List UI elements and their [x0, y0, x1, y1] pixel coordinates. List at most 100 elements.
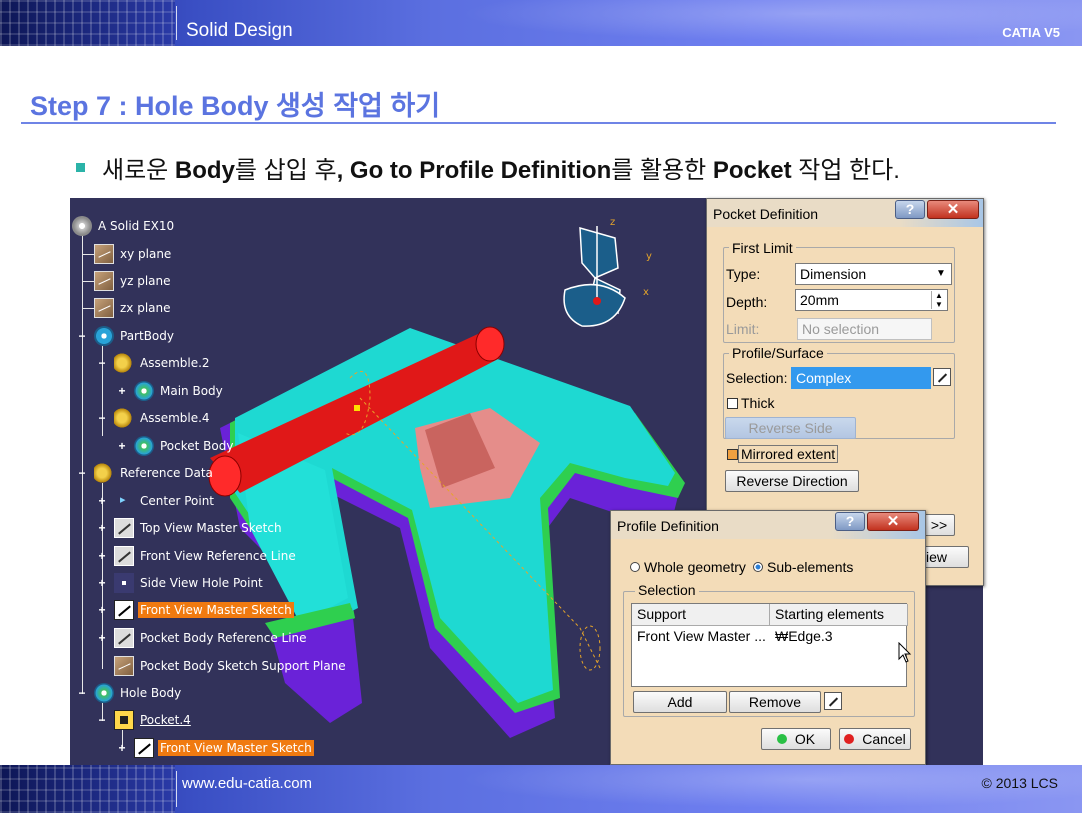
tree-item-assemble-4[interactable]: Assemble.4 [114, 407, 212, 429]
elements-table[interactable]: Support Starting elements Front View Mas… [631, 603, 908, 687]
expand-icon[interactable]: + [97, 522, 107, 534]
tree-item-pocket-body-reference-line[interactable]: Pocket Body Reference Line [114, 627, 309, 649]
body-gear-icon [134, 436, 154, 456]
expand-icon[interactable]: + [97, 577, 107, 589]
limit-field: No selection [797, 318, 932, 340]
more-button[interactable]: >> [923, 514, 955, 536]
bullet-square-icon [76, 163, 85, 173]
mouse-cursor-icon [898, 642, 912, 663]
sub-elements-radio[interactable] [753, 562, 763, 572]
header-circuit-graphic [0, 0, 175, 46]
point-icon [114, 491, 134, 511]
dialog-titlebar[interactable]: Profile Definition ? ✕ [611, 511, 925, 539]
assemble-icon [114, 353, 134, 373]
column-header-starting[interactable]: Starting elements [770, 604, 908, 626]
table-cell-support[interactable]: Front View Master ... [632, 626, 771, 646]
footer-band: www.edu-catia.com © 2013 LCS [0, 765, 1082, 813]
tree-item-front-view-master-sketch-2[interactable]: Front View Master Sketch [134, 737, 314, 759]
type-dropdown[interactable]: Dimension ▼ [795, 263, 952, 285]
tree-item-pocket-body[interactable]: Pocket Body [134, 435, 235, 457]
profile-definition-dialog[interactable]: Profile Definition ? ✕ Whole geometry Su… [610, 510, 926, 765]
collapse-icon[interactable]: − [97, 357, 107, 369]
compass-z-label: z [610, 217, 615, 228]
bullet-text: 새로운 Body를 삽입 후, Go to Profile Definition… [76, 150, 900, 185]
body-gear-icon [94, 326, 114, 346]
point-icon [114, 573, 134, 593]
header-product: CATIA V5 [1002, 25, 1060, 40]
title-divider [21, 122, 1056, 124]
tree-item-yz-plane[interactable]: yz plane [94, 270, 173, 292]
dialog-titlebar[interactable]: Pocket Definition ? ✕ [707, 199, 983, 227]
tree-item-pocket-body-sketch-support-plane[interactable]: Pocket Body Sketch Support Plane [114, 655, 348, 677]
add-button[interactable]: Add [633, 691, 727, 713]
collapse-icon[interactable]: − [77, 330, 87, 342]
body-gear-icon [94, 683, 114, 703]
expand-icon[interactable]: + [97, 632, 107, 644]
line-icon [114, 628, 134, 648]
page-title: Step 7 : Hole Body 생성 작업 하기 [30, 91, 441, 121]
collapse-icon[interactable]: − [77, 687, 87, 699]
compass-y-label: y [646, 251, 652, 262]
thick-checkbox[interactable] [727, 398, 738, 409]
collapse-icon[interactable]: − [97, 412, 107, 424]
depth-input[interactable]: 20mm ▲ ▼ [795, 289, 948, 311]
sketch-edit-icon[interactable] [824, 692, 842, 710]
tree-item-root[interactable]: A Solid EX10 [72, 215, 176, 237]
collapse-icon[interactable]: − [97, 714, 107, 726]
close-button[interactable]: ✕ [867, 512, 919, 531]
tree-item-top-view-master-sketch[interactable]: Top View Master Sketch [114, 517, 284, 539]
spinner-icon[interactable]: ▲ ▼ [931, 291, 946, 309]
table-cell-starting[interactable]: ₩Edge.3 [770, 626, 838, 646]
header-title: Solid Design [186, 20, 293, 41]
column-header-support[interactable]: Support [632, 604, 770, 626]
tree-item-front-view-reference-line[interactable]: Front View Reference Line [114, 545, 298, 567]
tree-item-xy-plane[interactable]: xy plane [94, 243, 173, 265]
plane-icon [94, 271, 114, 291]
expand-icon[interactable]: + [97, 495, 107, 507]
sketch-icon [134, 738, 154, 758]
collapse-icon[interactable]: − [77, 467, 87, 479]
expand-icon[interactable]: + [117, 385, 127, 397]
help-button[interactable]: ? [895, 200, 925, 219]
help-button[interactable]: ? [835, 512, 865, 531]
reference-data-icon [94, 463, 114, 483]
ok-button[interactable]: OK [761, 728, 831, 750]
expand-icon[interactable]: + [117, 440, 127, 452]
footer-circuit-graphic [0, 765, 175, 813]
footer-copyright: © 2013 LCS [981, 775, 1058, 791]
tree-item-reference-data[interactable]: Reference Data [94, 462, 215, 484]
whole-geometry-radio[interactable] [630, 562, 640, 572]
compass-widget[interactable] [563, 226, 626, 327]
plane-icon [94, 298, 114, 318]
tree-item-side-view-hole-point[interactable]: Side View Hole Point [114, 572, 265, 594]
tree-item-assemble-2[interactable]: Assemble.2 [114, 352, 212, 374]
plane-icon [114, 656, 134, 676]
expand-icon[interactable]: + [97, 550, 107, 562]
tree-item-center-point[interactable]: Center Point [114, 490, 216, 512]
tree-item-front-view-master-sketch[interactable]: Front View Master Sketch [114, 599, 294, 621]
reverse-direction-button[interactable]: Reverse Direction [725, 470, 859, 492]
line-icon [114, 546, 134, 566]
sketch-edit-icon[interactable] [933, 368, 951, 386]
mirrored-extent-checkbox[interactable] [727, 449, 738, 460]
tree-item-partbody[interactable]: PartBody [94, 325, 176, 347]
tree-item-pocket-4[interactable]: Pocket.4 [114, 709, 193, 731]
cancel-led-icon [844, 734, 855, 745]
remove-button[interactable]: Remove [729, 691, 821, 713]
footer-url: www.edu-catia.com [182, 775, 313, 792]
tree-item-main-body[interactable]: Main Body [134, 380, 225, 402]
ok-led-icon [776, 734, 787, 745]
selection-field[interactable]: Complex [791, 367, 931, 389]
cancel-button[interactable]: Cancel [839, 728, 911, 750]
close-button[interactable]: ✕ [927, 200, 979, 219]
expand-icon[interactable]: + [117, 742, 127, 754]
tree-item-hole-body[interactable]: Hole Body [94, 682, 183, 704]
tree-item-zx-plane[interactable]: zx plane [94, 297, 173, 319]
header-band: Solid Design CATIA V5 [0, 0, 1082, 46]
pocket-icon [114, 710, 134, 730]
specification-tree[interactable]: A Solid EX10 xy plane yz plane zx plane … [70, 198, 370, 765]
reverse-side-button: Reverse Side [725, 417, 856, 439]
compass-x-label: x [643, 287, 649, 298]
part-icon [72, 216, 92, 236]
expand-icon[interactable]: + [97, 604, 107, 616]
